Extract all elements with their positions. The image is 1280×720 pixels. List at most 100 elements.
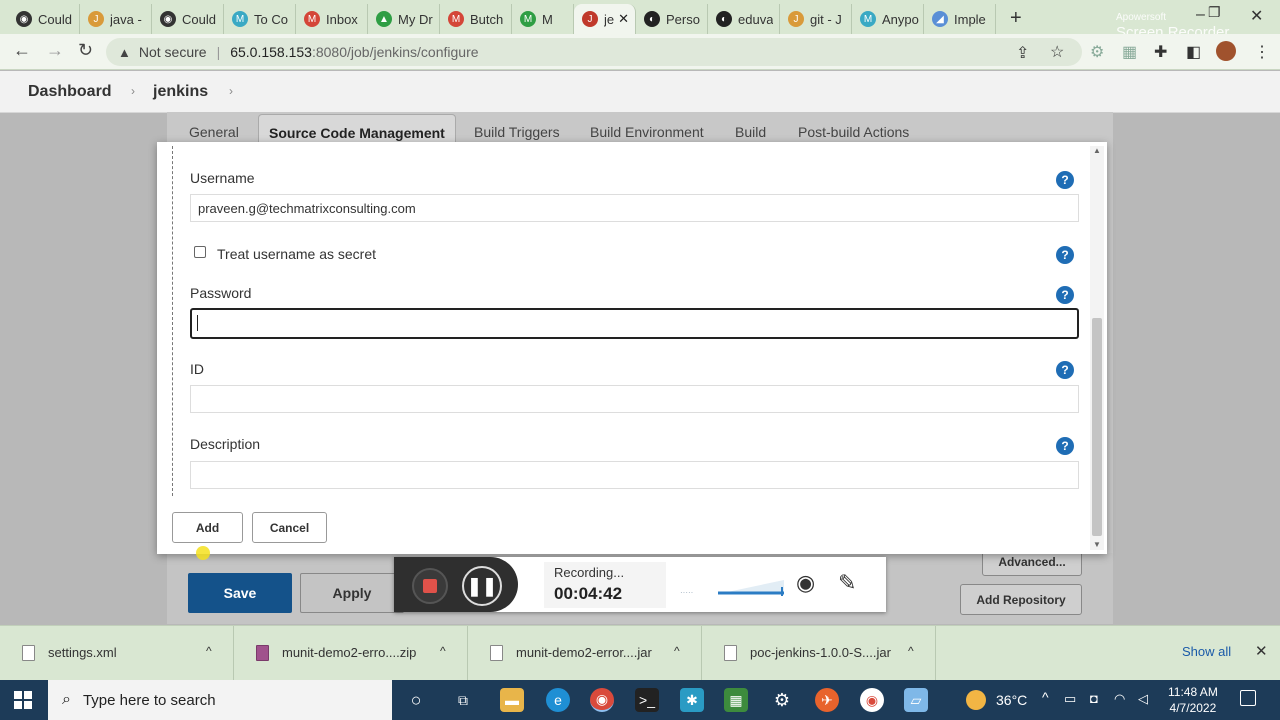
share-icon[interactable]: ⇪	[1016, 43, 1029, 63]
file-explorer-icon[interactable]: ▬	[500, 688, 524, 712]
show-all-downloads-link[interactable]: Show all	[1182, 644, 1231, 659]
volume-icon[interactable]: ◁	[1138, 691, 1148, 707]
download-item[interactable]: munit-demo2-erro....zip ^	[234, 626, 468, 681]
tray-chevron-up-icon[interactable]: ^	[1042, 689, 1049, 705]
add-repository-button[interactable]: Add Repository	[960, 584, 1082, 615]
download-item[interactable]: poc-jenkins-1.0.0-S....jar ^	[702, 626, 936, 681]
scroll-down-arrow-icon[interactable]: ▼	[1093, 540, 1101, 549]
taskbar-search[interactable]: ⌕ Type here to search	[48, 680, 392, 720]
apply-button[interactable]: Apply	[300, 573, 404, 613]
password-field[interactable]	[190, 308, 1079, 339]
username-help-icon[interactable]: ?	[1056, 171, 1074, 189]
browser-tab[interactable]: ◉ Could	[152, 4, 224, 34]
chevron-up-icon[interactable]: ^	[440, 644, 446, 658]
tab-build-environment[interactable]: Build Environment	[590, 124, 704, 140]
menu-kebab-icon[interactable]: ⋮	[1254, 42, 1270, 62]
cancel-button[interactable]: Cancel	[252, 512, 327, 543]
password-help-icon[interactable]: ?	[1056, 286, 1074, 304]
spreadsheet-icon[interactable]: ▦	[724, 688, 748, 712]
forward-icon[interactable]: →	[46, 40, 64, 61]
browser-tab[interactable]: Jjava -	[80, 4, 152, 34]
new-tab-button[interactable]: +	[1010, 7, 1022, 30]
browser-tab[interactable]: ◉ Could	[8, 4, 80, 34]
description-field[interactable]	[190, 461, 1079, 489]
notifications-icon[interactable]	[1240, 690, 1256, 706]
tab-close-icon[interactable]: ✕	[618, 11, 629, 27]
tab-general[interactable]: General	[189, 124, 239, 140]
treat-secret-help-icon[interactable]: ?	[1056, 246, 1074, 264]
webcam-icon[interactable]: ◉	[796, 570, 815, 596]
security-label[interactable]: Not secure	[139, 44, 207, 60]
breadcrumb-chevron-icon[interactable]: ›	[229, 84, 233, 98]
volume-slider[interactable]	[718, 578, 784, 596]
temperature[interactable]: 36°C	[996, 692, 1027, 708]
battery-icon[interactable]: ▭	[1064, 691, 1076, 707]
reload-icon[interactable]: ↻	[78, 40, 93, 61]
profile-avatar[interactable]	[1216, 41, 1236, 61]
download-item[interactable]: settings.xml ^	[0, 626, 234, 681]
downloads-close-icon[interactable]: ✕	[1255, 642, 1268, 660]
chevron-up-icon[interactable]: ^	[206, 644, 212, 658]
record-pause-button[interactable]: ❚❚	[462, 566, 502, 606]
chevron-up-icon[interactable]: ^	[674, 644, 680, 658]
tab-build[interactable]: Build	[735, 124, 766, 140]
browser-tab[interactable]: ◐ Perso	[636, 4, 708, 34]
dialog-section-rule	[172, 146, 173, 496]
weather-icon[interactable]	[966, 690, 986, 710]
address-bar[interactable]: ▲ Not secure | 65.0.158.153:8080/job/jen…	[106, 38, 1082, 66]
browser-tab[interactable]: M Anypo	[852, 4, 924, 34]
breadcrumb-job[interactable]: jenkins	[153, 83, 208, 101]
save-button[interactable]: Save	[188, 573, 292, 613]
task-view-icon[interactable]: ⧉	[451, 688, 475, 712]
notes-icon[interactable]: ▱	[904, 688, 928, 712]
postman-icon[interactable]: ✈	[815, 688, 839, 712]
chrome-icon[interactable]: ◉	[860, 688, 884, 712]
description-help-icon[interactable]: ?	[1056, 437, 1074, 455]
tab-title: To Co	[254, 11, 288, 27]
edge-icon[interactable]: e	[546, 688, 570, 712]
record-stop-button[interactable]	[412, 568, 448, 604]
terminal-icon[interactable]: >_	[635, 688, 659, 712]
browser-tab[interactable]: M To Co	[224, 4, 296, 34]
download-item[interactable]: munit-demo2-error....jar ^	[468, 626, 702, 681]
browser-tab[interactable]: Jgit - J	[780, 4, 852, 34]
zip-icon	[256, 645, 269, 661]
id-field[interactable]	[190, 385, 1079, 413]
dialog-scrollbar-thumb[interactable]	[1092, 318, 1102, 536]
browser-tab[interactable]: M Butch	[440, 4, 512, 34]
browser-tab[interactable]: ◐ eduva	[708, 4, 780, 34]
username-field[interactable]	[190, 194, 1079, 222]
windows-start-icon[interactable]	[14, 691, 32, 709]
add-button[interactable]: Add	[172, 512, 243, 543]
id-help-icon[interactable]: ?	[1056, 361, 1074, 379]
browser-tab[interactable]: MM	[512, 4, 574, 34]
warning-icon[interactable]: ▲	[118, 45, 131, 60]
annotate-pen-icon[interactable]: ✎	[838, 570, 856, 596]
extensions-puzzle-icon[interactable]: ✚	[1154, 42, 1167, 62]
settings-gear-icon[interactable]: ⚙	[770, 688, 794, 712]
breadcrumb-dashboard[interactable]: Dashboard	[28, 83, 112, 101]
chevron-up-icon[interactable]: ^	[908, 644, 914, 658]
back-icon[interactable]: ←	[13, 40, 31, 61]
tab-post-build-actions[interactable]: Post-build Actions	[798, 124, 909, 140]
treat-username-secret-checkbox[interactable]	[194, 246, 206, 258]
anypoint-studio-icon[interactable]: ✱	[680, 688, 704, 712]
cortana-icon[interactable]: ○	[404, 688, 428, 712]
browser-tab[interactable]: M Inbox	[296, 4, 368, 34]
extension-icon[interactable]: ⚙	[1090, 42, 1104, 62]
side-panel-icon[interactable]: ◧	[1186, 42, 1201, 62]
scroll-up-arrow-icon[interactable]: ▲	[1093, 146, 1101, 155]
breadcrumb-chevron-icon[interactable]: ›	[131, 84, 135, 98]
chrome-icon[interactable]: ◉	[590, 688, 614, 712]
camera-tray-icon[interactable]: ◘	[1090, 691, 1098, 706]
wifi-icon[interactable]: ◠	[1114, 691, 1125, 707]
browser-tab[interactable]: ▲ My Dr	[368, 4, 440, 34]
bookmark-star-icon[interactable]: ☆	[1050, 42, 1064, 62]
taskbar-clock[interactable]: 11:48 AM 4/7/2022	[1168, 684, 1218, 716]
extension-icon[interactable]: ▦	[1122, 42, 1137, 62]
browser-tab[interactable]: ◢ Imple	[924, 4, 996, 34]
browser-tab-active[interactable]: Jje ✕	[574, 4, 636, 34]
tab-build-triggers[interactable]: Build Triggers	[474, 124, 560, 140]
treat-username-secret-label[interactable]: Treat username as secret	[217, 246, 376, 262]
window-close-icon[interactable]: ✕	[1250, 6, 1263, 26]
